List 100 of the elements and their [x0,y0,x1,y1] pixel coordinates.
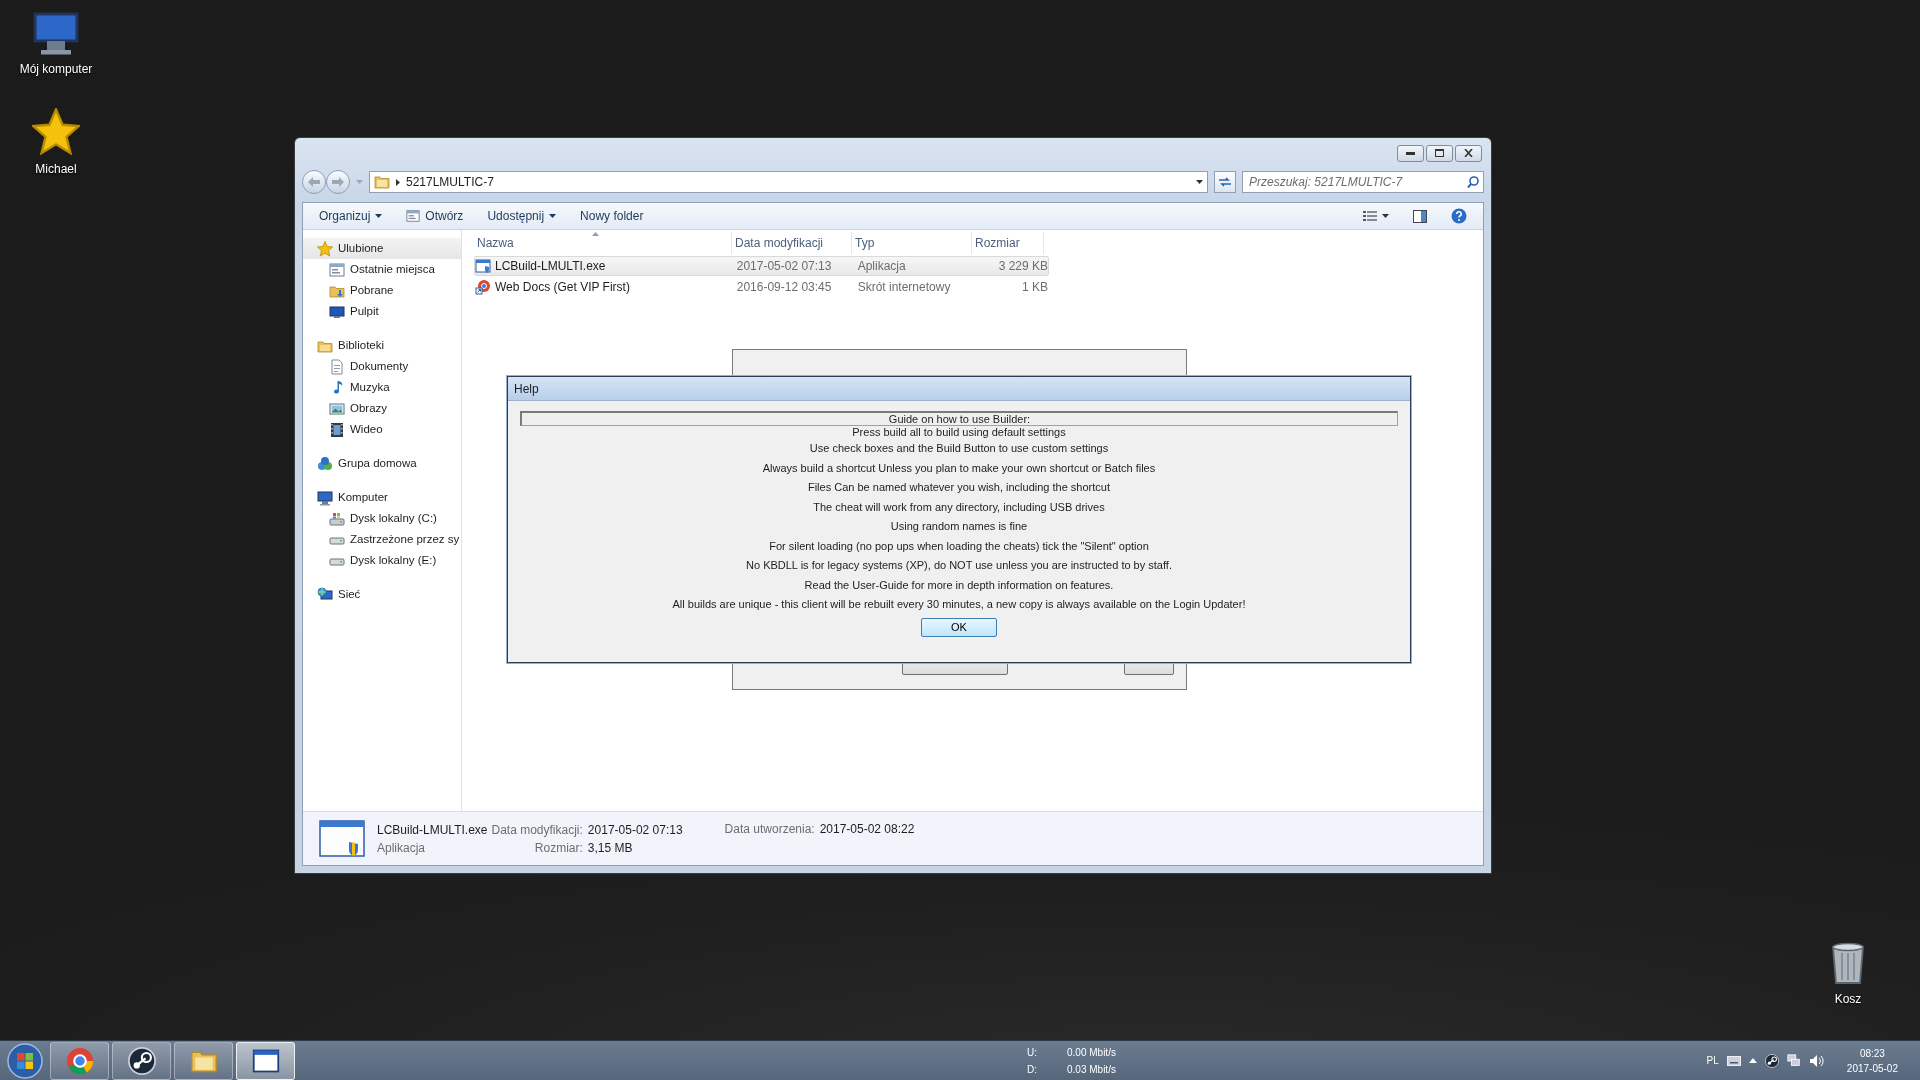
toolbar-button[interactable]: Udostępnij [477,204,567,228]
circle-icon [65,1046,94,1075]
monitor-icon [317,489,333,506]
dialog-title: Help [508,377,1410,401]
caret-icon [356,180,363,184]
start-button[interactable] [6,1041,44,1080]
keyboard-icon [1726,1055,1741,1066]
address-bar[interactable]: 5217LMULTIC-7 [369,171,1208,193]
file-size: 1 KB [1021,279,1048,296]
field-label: Rozmiar: [533,839,583,857]
minimize-icon [1406,151,1415,155]
sidebar-item[interactable]: Wideo [303,419,461,440]
caret-icon [375,214,383,218]
guide-heading: Guide on how to use Builder: [520,411,1398,426]
caret-icon [549,214,557,218]
window-icon [406,209,421,223]
close-icon [1464,149,1473,157]
column-header[interactable]: Rozmiar [972,232,1044,254]
toolbar-button[interactable]: Nowy folder [570,204,654,228]
sidebar-item[interactable]: Ostatnie miejsca [303,259,461,280]
knob-icon [1764,1053,1779,1068]
picture-icon [329,400,345,417]
sidebar-item[interactable]: Komputer [303,487,461,508]
net-label: U: [1027,1045,1038,1060]
file-row[interactable]: LCBuild-LMULTI.exe 2017-05-02 07:13 Aplikacja 3 229 KB [474,256,1049,276]
field-label: Data modyfikacji: [491,821,583,839]
document-icon [329,358,345,375]
net-label: D: [1027,1062,1038,1077]
sidebar-item[interactable]: Zastrzeżone przez sy [303,529,461,550]
sidebar-item[interactable]: Ulubione [303,238,461,259]
refresh-button[interactable] [1214,171,1236,193]
file-type: Aplikacja [377,839,427,857]
caret-up-icon [1748,1058,1757,1063]
ok-button[interactable]: OK [921,617,997,637]
window-icon [329,261,345,278]
file-name: Web Docs (Get VIP First) [495,279,630,296]
toolbar-button[interactable]: Organizuj [309,204,393,228]
language-indicator[interactable]: PL [1706,1053,1719,1068]
speaker-icon [1808,1053,1825,1068]
file-row[interactable]: Web Docs (Get VIP First) 2016-09-12 03:45 Skrót internetowy 1 KB [474,277,1049,297]
sidebar-item[interactable]: Dysk lokalny (E:) [303,550,461,571]
sidebar-item[interactable]: Dokumenty [303,356,461,377]
chevron-icon [396,178,400,186]
file-type: Skrót internetowy [857,279,952,296]
taskbar-button[interactable] [112,1041,171,1080]
pane-icon [1413,209,1427,223]
sidebar-item[interactable]: Sieć [303,584,461,605]
application-icon [319,819,365,858]
field-label: Data utworzenia: [724,821,815,838]
application-icon [475,258,491,274]
breadcrumb[interactable]: 5217LMULTIC-7 [406,173,1190,191]
sidebar-item[interactable]: Pobrane [303,280,461,301]
shortcut-icon [475,279,491,295]
folder-icon [374,174,390,190]
file-name: LCBuild-LMULTI.exe [377,821,488,839]
caret-icon [1196,180,1203,184]
search-field[interactable]: Przeszukaj: 5217LMULTIC-7 [1242,171,1484,193]
help-icon [1451,208,1467,224]
column-header[interactable]: Data modyfikacji [732,232,852,254]
sidebar-item[interactable]: Dysk lokalny (C:) [303,508,461,529]
icon-label[interactable]: Mój komputer [19,60,93,78]
help-text: Read the User-Guide for more in depth information on features. [804,577,1114,593]
help-text: For silent loading (no pop ups when loading the cheats) tick the "Silent" option [769,538,1149,554]
maximize-icon [1435,149,1444,157]
file-size: 3 229 KB [997,258,1048,275]
sidebar-item[interactable]: Pulpit [303,301,461,322]
star-icon [317,240,333,257]
help-text: No KBDLL is for legacy systems (XP), do NOT use unless you are instructed to by staff. [746,558,1172,573]
knob-icon [127,1046,156,1075]
file-type: Aplikacja [857,258,907,275]
close-button[interactable] [1455,144,1482,162]
clock-time[interactable]: 08:23 [1859,1045,1885,1061]
monitor-icon [329,303,345,320]
refresh-icon [1218,176,1232,188]
caret-icon [1382,214,1389,218]
clock-date[interactable]: 2017-05-02 [1846,1060,1898,1076]
net-speed: 0.00 Mbit/s [1067,1045,1116,1060]
column-header[interactable]: Typ [852,232,972,254]
help-text: Press build all to build using default settings [852,425,1066,439]
sidebar-item[interactable]: Obrazy [303,398,461,419]
icon-label[interactable]: Kosz [1834,990,1862,1008]
sidebar-item[interactable]: Muzyka [303,377,461,398]
sidebar-item[interactable]: Biblioteki [303,335,461,356]
column-header[interactable]: Nazwa [474,232,732,254]
toolbar-button[interactable]: Otwórz [396,204,474,228]
field-value: 2017-05-02 08:22 [819,821,915,838]
help-text: Using random names is fine [890,519,1028,534]
list-view-icon [1363,211,1377,221]
sidebar-item[interactable]: Grupa domowa [303,453,461,474]
maximize-button[interactable] [1426,144,1453,162]
arrow-left-icon [308,177,320,187]
taskbar-button[interactable] [236,1041,295,1080]
help-text: The cheat will work from any directory, including USB drives [813,499,1105,515]
help-text: All builds are unique - this client will be rebuilt every 30 minutes, a new copy is always available on the Login Updater! [672,597,1246,612]
icon-label[interactable]: Michael [35,160,77,178]
network-icon [1786,1053,1801,1068]
minimize-button[interactable] [1397,144,1424,162]
help-text: Use check boxes and the Build Button to use custom settings [809,441,1109,456]
help-text: Always build a shortcut Unless you plan to make your own shortcut or Batch files [762,460,1156,476]
file-date: 2017-05-02 07:13 [736,258,833,275]
